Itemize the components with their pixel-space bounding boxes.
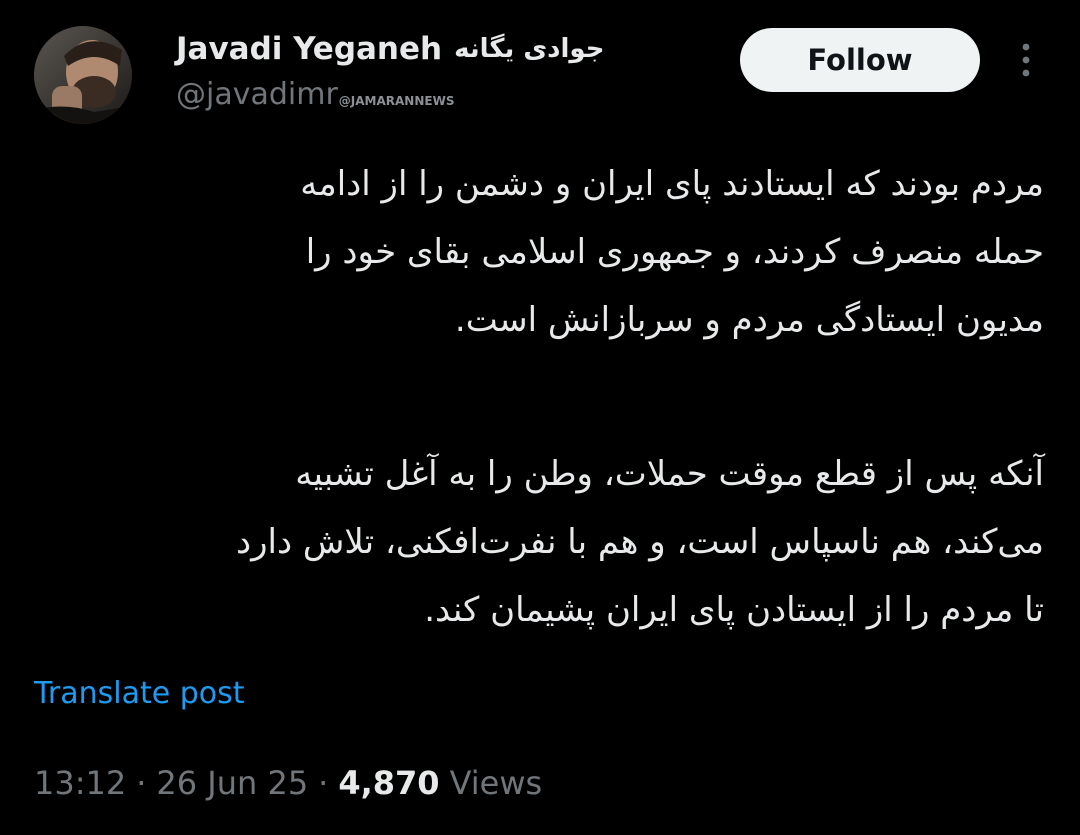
handle-row: @javadimr @JAMARANNEWS	[176, 76, 454, 114]
watermark: @JAMARANNEWS	[338, 94, 455, 108]
avatar[interactable]	[34, 26, 132, 124]
tweet-line: می‌کند، هم ناسپاس است، و هم با نفرت‌افکن…	[235, 522, 1044, 562]
tweet-line: مردم بودند که ایستادند پای ایران و دشمن …	[300, 164, 1044, 204]
tweet-line: مدیون ایستادگی مردم و سربازانش است.	[454, 300, 1044, 340]
post-time[interactable]: 13:12	[34, 764, 126, 802]
tweet-line: تا مردم را از ایستادن پای ایران پشیمان ک…	[424, 590, 1044, 630]
author-name-row[interactable]: Javadi Yeganeh جوادی یگانه	[176, 28, 604, 70]
meta-separator: ·	[318, 764, 329, 802]
follow-button[interactable]: Follow	[740, 28, 980, 92]
profile-photo	[34, 26, 132, 124]
display-name-persian[interactable]: جوادی یگانه	[454, 34, 604, 64]
translate-post-link[interactable]: Translate post	[34, 676, 245, 711]
vertical-ellipsis-icon	[1022, 43, 1030, 77]
views-count[interactable]: 4,870	[338, 764, 439, 802]
display-name[interactable]: Javadi Yeganeh	[176, 31, 442, 67]
author-handle[interactable]: @javadimr	[176, 76, 338, 114]
more-options-button[interactable]	[1008, 40, 1044, 80]
meta-separator: ·	[136, 764, 147, 802]
tweet-meta: 13:12 · 26 Jun 25 · 4,870 Views	[34, 764, 542, 802]
tweet-line: حمله منصرف کردند، و جمهوری اسلامی بقای خ…	[305, 232, 1044, 272]
tweet-text: مردم بودند که ایستادند پای ایران و دشمن …	[20, 150, 1044, 644]
post-date[interactable]: 26 Jun 25	[156, 764, 308, 802]
tweet-line: آنکه پس از قطع موقت حملات، وطن را به آغل…	[295, 454, 1044, 494]
views-label: Views	[449, 764, 543, 802]
